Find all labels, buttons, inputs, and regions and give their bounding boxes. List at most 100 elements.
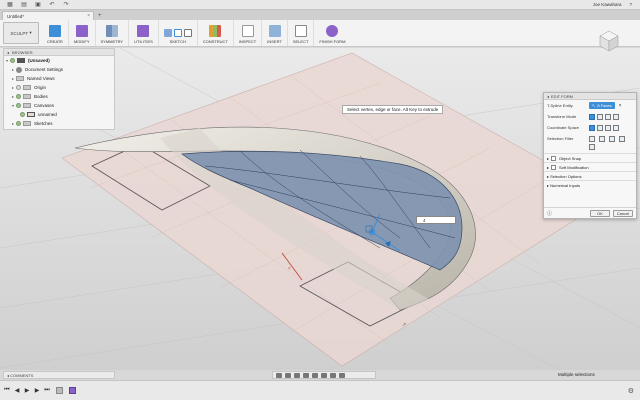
canvas-icon [27, 112, 35, 117]
create-menu[interactable]: CREATE [42, 20, 69, 46]
collapse-icon[interactable]: ◂ [7, 50, 9, 55]
soft-modification-section[interactable]: ▸ Soft Modification [544, 162, 636, 171]
clear-selection-icon[interactable]: × [619, 103, 622, 109]
edit-form-header[interactable]: ◂ EDIT FORM [544, 93, 636, 100]
view-space-icon[interactable] [597, 124, 603, 131]
orbit-icon[interactable] [276, 372, 282, 378]
tree-item-bodies[interactable]: ▸ Bodies [4, 92, 114, 101]
visibility-icon[interactable] [20, 112, 25, 117]
select-menu[interactable]: SELECT [288, 20, 315, 46]
measure-icon [241, 25, 254, 37]
distance-input[interactable]: 4 [416, 216, 456, 224]
tab-untitled[interactable]: Untitled* × [2, 11, 94, 20]
previous-icon[interactable]: ◀ [14, 387, 20, 394]
view-cube[interactable] [596, 28, 622, 54]
tree-item-origin[interactable]: ▸ Origin [4, 83, 114, 92]
visibility-icon[interactable] [10, 58, 15, 63]
visibility-icon[interactable] [16, 85, 21, 90]
object-snap-section[interactable]: ▸ Object Snap [544, 153, 636, 162]
display-settings-icon[interactable] [321, 372, 327, 378]
timeline-canvas-item[interactable] [56, 387, 63, 394]
comments-panel[interactable]: ◂ COMMENTS [3, 371, 115, 379]
ok-button[interactable]: OK [590, 209, 610, 217]
scale-icon[interactable] [613, 113, 619, 120]
folder-icon [23, 103, 31, 108]
viewports-icon[interactable] [339, 372, 345, 378]
visibility-icon[interactable] [16, 121, 21, 126]
folder-icon [23, 121, 31, 126]
next-icon[interactable]: ▶ [34, 387, 40, 394]
soft-modification-label: Soft Modification [559, 164, 589, 170]
look-at-icon[interactable] [285, 372, 291, 378]
world-space-icon[interactable] [589, 124, 595, 131]
undo-icon[interactable]: ↶ [48, 1, 56, 8]
finish-form-button[interactable]: FINISH FORM [314, 20, 350, 46]
tspline-entity-selector[interactable]: ↖ 8 Faces [589, 102, 615, 109]
utilities-menu[interactable]: UTILITIES [129, 20, 159, 46]
close-icon[interactable]: × [87, 13, 90, 19]
inspect-label: INSPECT [238, 39, 257, 44]
gear-icon[interactable]: ⚙ [628, 387, 634, 395]
soft-modification-checkbox[interactable] [551, 164, 557, 170]
tree-item-unnamed-canvas[interactable]: unnamed [4, 110, 114, 119]
edge-filter-icon[interactable] [599, 136, 605, 142]
multi-transform-icon[interactable] [589, 113, 595, 120]
insert-menu[interactable]: INSERT [262, 20, 288, 46]
per-face-space-icon[interactable] [613, 124, 619, 131]
timeline-form-item[interactable] [69, 387, 76, 394]
help-icon[interactable]: ? [629, 2, 632, 7]
translate-icon[interactable] [597, 113, 603, 120]
workspace-switcher[interactable]: SCULPT ▾ [3, 22, 39, 44]
chevron-right-icon: ▸ [547, 173, 550, 179]
file-menu-icon[interactable]: ▤ [20, 1, 28, 8]
tree-item-sketches[interactable]: ▸ Sketches [4, 119, 114, 128]
body-filter-icon[interactable] [589, 144, 595, 150]
local-space-icon[interactable] [605, 124, 611, 131]
tree-item-canvases[interactable]: ▾ Canvases [4, 101, 114, 110]
numerical-inputs-section[interactable]: ▸ Numerical Inputs [544, 180, 636, 189]
modify-menu[interactable]: MODIFY [69, 20, 96, 46]
visibility-icon[interactable] [16, 94, 21, 99]
construct-menu[interactable]: CONSTRUCT [198, 20, 234, 46]
image-icon [268, 25, 281, 37]
all-filter-icon[interactable] [619, 136, 625, 142]
browser-panel: ◂ BROWSER ▾ (Unsaved) ▸ Document Setting… [3, 48, 115, 130]
sketch-menu[interactable]: SKETCH [159, 20, 198, 46]
pan-icon[interactable] [294, 372, 300, 378]
zoom-icon[interactable] [303, 372, 309, 378]
fit-icon[interactable] [312, 372, 318, 378]
tree-item-document-settings[interactable]: ▸ Document Settings [4, 65, 114, 74]
collapse-icon[interactable]: ◂ [547, 94, 549, 99]
cancel-button[interactable]: Cancel [613, 209, 633, 217]
save-icon[interactable]: ▣ [34, 1, 42, 8]
browser-title: BROWSER [12, 49, 33, 55]
selection-options-section[interactable]: ▸ Selection Options [544, 171, 636, 180]
create-label: CREATE [47, 39, 63, 44]
last-frame-icon[interactable]: ⏭ [44, 387, 50, 394]
tree-item-named-views[interactable]: ▸ Named Views [4, 74, 114, 83]
redo-icon[interactable]: ↷ [62, 1, 70, 8]
vertex-filter-icon[interactable] [589, 136, 595, 142]
select-label: SELECT [292, 39, 309, 44]
browser-header[interactable]: ◂ BROWSER [4, 49, 114, 56]
play-icon[interactable]: ▶ [24, 387, 30, 394]
distance-value: 4 [423, 217, 426, 223]
grid-settings-icon[interactable] [330, 372, 336, 378]
tree-item-root[interactable]: ▾ (Unsaved) [4, 56, 114, 65]
grid-menu-icon[interactable]: ▦ [6, 1, 14, 8]
face-filter-icon[interactable] [609, 136, 615, 142]
visibility-icon[interactable] [16, 103, 21, 108]
user-name[interactable]: Joe Kawahara [593, 2, 622, 7]
plus-icon[interactable]: + [98, 11, 102, 20]
svg-text:↗: ↗ [402, 322, 406, 328]
inspect-menu[interactable]: INSPECT [234, 20, 263, 46]
rotate-icon[interactable] [605, 113, 611, 120]
main-toolbar: SCULPT ▾ CREATE MODIFY SYMMETRY UTILITIE… [0, 20, 640, 47]
info-icon[interactable]: ⓘ [547, 210, 552, 217]
rectangle-icon [183, 29, 192, 37]
collapse-icon[interactable]: ◂ [7, 373, 9, 378]
first-frame-icon[interactable]: ⏮ [4, 387, 10, 394]
symmetry-menu[interactable]: SYMMETRY [96, 20, 130, 46]
tree-label: Document Settings [25, 67, 64, 72]
object-snap-checkbox[interactable] [551, 155, 557, 161]
